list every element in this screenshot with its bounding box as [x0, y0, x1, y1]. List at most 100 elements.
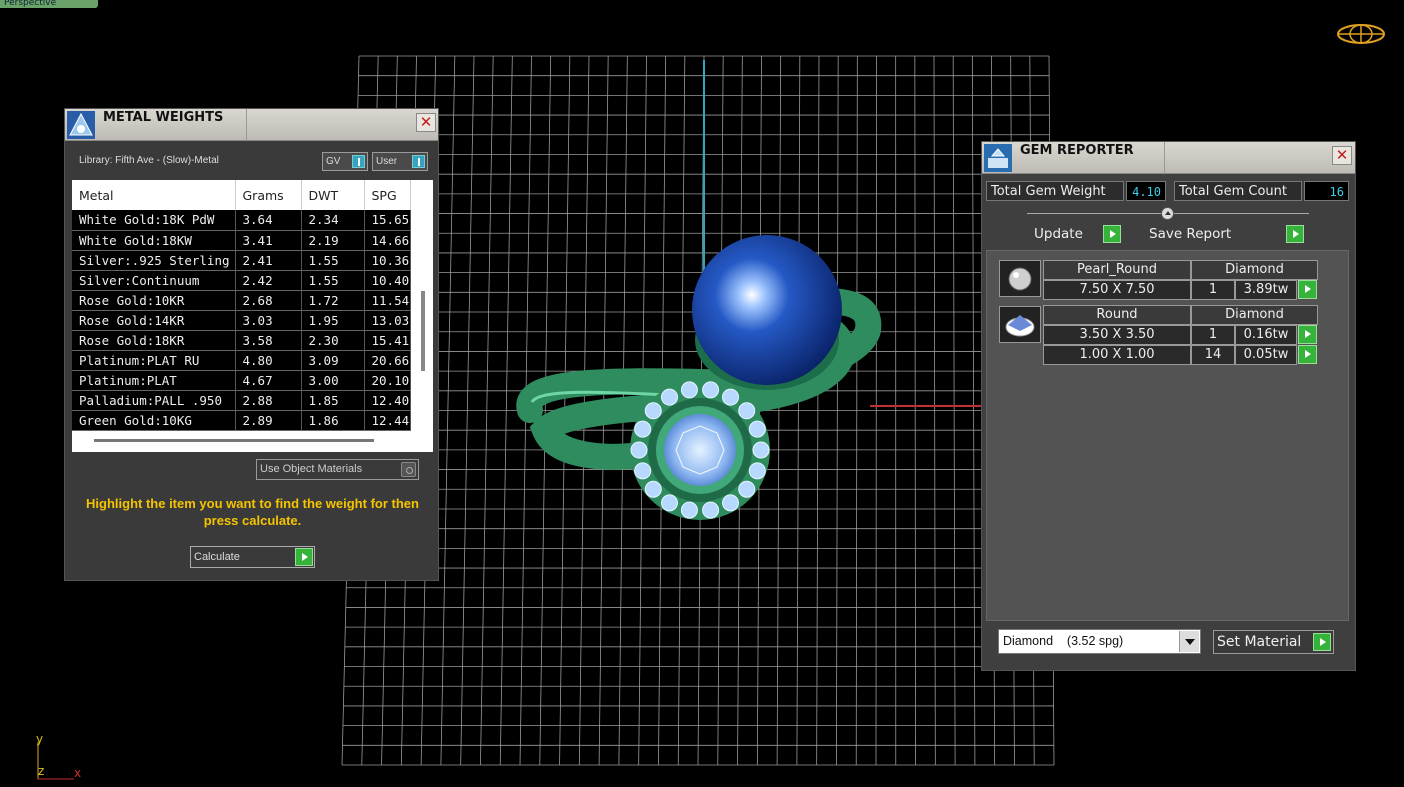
metal-table-row[interactable]: Silver:.925 Sterling 2.41 1.55 10.36: [72, 250, 411, 271]
gem-weight: 0.05tw: [1235, 345, 1297, 365]
save-report-button[interactable]: Save Report: [1149, 225, 1304, 246]
metal-table-row[interactable]: White Gold:18K PdW 3.64 2.34 15.65: [72, 210, 411, 231]
metal-weights-close-button[interactable]: ✕: [416, 113, 436, 132]
gem-size: 3.50 X 3.50: [1043, 325, 1191, 345]
gem-reporter-icon: [984, 144, 1012, 172]
gem-row-play-icon[interactable]: [1298, 280, 1317, 299]
metal-table-hscroll[interactable]: [94, 439, 374, 442]
metal-table-row[interactable]: Palladium:PALL .950 2.88 1.85 12.40: [72, 390, 411, 411]
round-gem-icon[interactable]: [999, 306, 1041, 343]
metal-table-row[interactable]: Rose Gold:14KR 3.03 1.95 13.03: [72, 310, 411, 331]
title-divider: [246, 109, 247, 141]
metal-table-row[interactable]: White Gold:18KW 3.41 2.19 14.66: [72, 230, 411, 251]
metal-name-cell: Silver:.925 Sterling: [72, 250, 236, 271]
gem-reporter-close-button[interactable]: ✕: [1332, 146, 1352, 165]
metal-weights-icon: [67, 111, 95, 139]
metal-table-row[interactable]: Platinum:PLAT 4.67 3.00 20.10: [72, 370, 411, 391]
use-object-materials-label: Use Object Materials: [260, 463, 363, 475]
grams-cell: 3.41: [235, 230, 302, 251]
metal-table-row[interactable]: Rose Gold:18KR 3.58 2.30 15.41: [72, 330, 411, 351]
total-gem-weight-label: Total Gem Weight: [986, 181, 1124, 201]
metal-table-row[interactable]: Green Gold:10KG 2.89 1.86 12.44: [72, 410, 411, 431]
metal-weights-titlebar[interactable]: METAL WEIGHTS ✕: [65, 109, 438, 141]
metal-name-cell: White Gold:18KW: [72, 230, 236, 251]
slider-knob[interactable]: [1161, 207, 1174, 220]
title-divider: [1164, 142, 1165, 174]
spg-cell: 12.44: [364, 410, 411, 431]
dwt-cell: 1.55: [301, 270, 365, 291]
library-label: Library: Fifth Ave - (Slow)-Metal: [79, 155, 219, 166]
gem-shape-round[interactable]: Round: [1043, 305, 1191, 325]
metal-table-header: Metal Grams DWT SPG: [72, 180, 411, 210]
col-header-dwt[interactable]: DWT: [301, 180, 365, 210]
material-select-value: Diamond (3.52 spg): [1003, 634, 1124, 648]
axis-z-label: z: [38, 764, 45, 778]
dwt-cell: 2.30: [301, 330, 365, 351]
col-header-metal[interactable]: Metal: [72, 180, 236, 210]
dwt-cell: 2.34: [301, 210, 365, 231]
total-gem-weight-value: 4.10: [1126, 181, 1166, 201]
metal-weights-title: METAL WEIGHTS: [103, 110, 224, 125]
axis-y-label: y: [36, 732, 44, 746]
gem-material-round[interactable]: Diamond: [1191, 305, 1318, 325]
metal-name-cell: White Gold:18K PdW: [72, 210, 236, 231]
use-object-materials-radio[interactable]: [401, 462, 416, 477]
dwt-cell: 3.09: [301, 350, 365, 371]
grams-cell: 4.67: [235, 370, 302, 391]
dwt-cell: 1.95: [301, 310, 365, 331]
spg-cell: 10.40: [364, 270, 411, 291]
gem-size: 1.00 X 1.00: [1043, 345, 1191, 365]
save-report-label: Save Report: [1149, 226, 1232, 242]
material-select[interactable]: Diamond (3.52 spg): [998, 629, 1201, 654]
dwt-cell: 1.55: [301, 250, 365, 271]
calculate-play-icon[interactable]: [295, 548, 313, 566]
user-toggle-switch[interactable]: [412, 155, 425, 168]
metal-table-row[interactable]: Rose Gold:10KR 2.68 1.72 11.54: [72, 290, 411, 311]
metal-table-row[interactable]: Silver:Continuum 2.42 1.55 10.40: [72, 270, 411, 291]
metal-table-container[interactable]: Metal Grams DWT SPG White Gold:18K PdW 3.…: [72, 180, 433, 452]
metal-name-cell: Rose Gold:14KR: [72, 310, 236, 331]
gv-toggle[interactable]: GV: [322, 152, 368, 171]
gem-reporter-titlebar[interactable]: GEM REPORTER ✕: [982, 142, 1355, 174]
metal-table-row[interactable]: Platinum:PLAT RU 4.80 3.09 20.66: [72, 350, 411, 371]
grams-cell: 2.68: [235, 290, 302, 311]
metal-name-cell: Platinum:PLAT RU: [72, 350, 236, 371]
metal-weights-panel: METAL WEIGHTS ✕ Library: Fifth Ave - (Sl…: [64, 108, 439, 581]
update-play-icon[interactable]: [1103, 225, 1121, 243]
gv-toggle-label: GV: [326, 156, 341, 167]
set-material-label: Set Material: [1217, 634, 1302, 650]
grams-cell: 2.89: [235, 410, 302, 431]
grams-cell: 3.64: [235, 210, 302, 231]
save-report-play-icon[interactable]: [1286, 225, 1304, 243]
metal-name-cell: Rose Gold:10KR: [72, 290, 236, 311]
gem-row-play-icon[interactable]: [1298, 345, 1317, 364]
dwt-cell: 2.19: [301, 230, 365, 251]
gv-toggle-switch[interactable]: [352, 155, 365, 168]
grams-cell: 2.41: [235, 250, 302, 271]
gem-row-play-icon[interactable]: [1298, 325, 1317, 344]
chevron-down-icon[interactable]: [1179, 631, 1199, 652]
metal-table-vscroll[interactable]: [421, 291, 425, 371]
gem-material-pearl[interactable]: Diamond: [1191, 260, 1318, 280]
col-header-spg[interactable]: SPG: [364, 180, 411, 210]
globe-icon[interactable]: [1336, 22, 1386, 46]
use-object-materials-option[interactable]: Use Object Materials: [256, 459, 419, 480]
update-label: Update: [1034, 226, 1083, 242]
metal-name-cell: Platinum:PLAT: [72, 370, 236, 391]
pearl-icon[interactable]: [999, 260, 1041, 297]
dwt-cell: 1.86: [301, 410, 365, 431]
col-header-grams[interactable]: Grams: [235, 180, 302, 210]
gem-size: 7.50 X 7.50: [1043, 280, 1191, 300]
calculate-button[interactable]: Calculate: [190, 546, 315, 568]
metal-table: Metal Grams DWT SPG White Gold:18K PdW 3.…: [72, 180, 411, 431]
calculate-hint: Highlight the item you want to find the …: [86, 496, 419, 528]
set-material-button[interactable]: Set Material: [1213, 630, 1334, 654]
spg-cell: 20.66: [364, 350, 411, 371]
user-toggle[interactable]: User: [372, 152, 428, 171]
gem-list[interactable]: Pearl_Round Diamond 7.50 X 7.50 1 3.89tw…: [986, 250, 1349, 621]
metal-name-cell: Silver:Continuum: [72, 270, 236, 291]
set-material-play-icon[interactable]: [1313, 633, 1331, 651]
gem-shape-pearl[interactable]: Pearl_Round: [1043, 260, 1191, 280]
update-button[interactable]: Update: [1034, 225, 1121, 246]
grams-cell: 3.03: [235, 310, 302, 331]
